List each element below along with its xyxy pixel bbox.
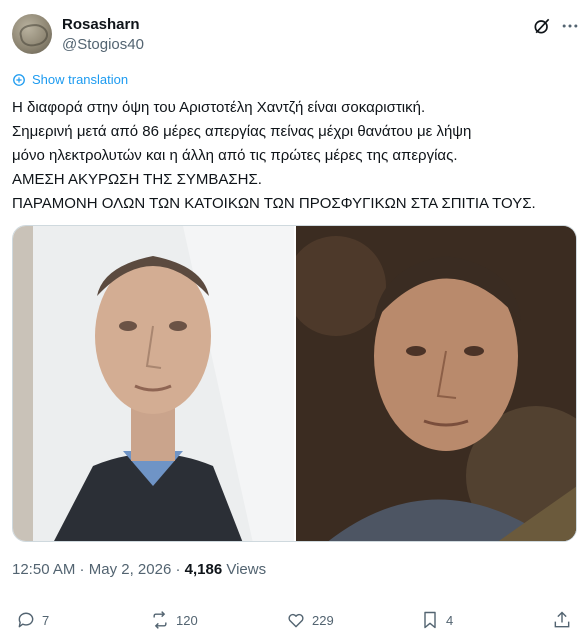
views-count: 4,186 <box>184 561 223 578</box>
tweet-date[interactable]: May 2, 2026 <box>89 561 172 578</box>
bookmark-button[interactable]: 4 <box>420 610 453 630</box>
translate-icon <box>13 73 25 86</box>
share-icon <box>554 611 570 628</box>
show-translation-link[interactable]: Show translation <box>12 72 128 87</box>
author-handle[interactable]: @Stogios40 <box>62 36 144 53</box>
tweet-line: ΑΜΕΣΗ ΑΚΥΡΩΣΗ ΤΗΣ ΣΥΜΒΑΣΗΣ. <box>12 171 262 188</box>
tweet-line: μόνο ηλεκτρολυτών και η άλλη από τις πρώ… <box>12 147 458 164</box>
reply-button[interactable]: 7 <box>16 610 49 630</box>
media-grid[interactable] <box>12 225 577 542</box>
tweet-text: Η διαφορά στην όψη του Αριστοτέλη Χαντζή… <box>12 96 582 216</box>
reply-icon <box>18 612 34 628</box>
grok-icon[interactable] <box>530 14 554 38</box>
repost-icon <box>153 611 167 629</box>
photo-right[interactable] <box>296 226 576 541</box>
author-name[interactable]: Rosasharn <box>62 16 140 33</box>
repost-button[interactable]: 120 <box>150 610 198 630</box>
action-bar: 7 120 229 4 <box>12 610 578 634</box>
tweet-line: Σημερινή μετά από 86 μέρες απεργίας πείν… <box>12 123 472 140</box>
meta-separator: · <box>75 561 89 578</box>
meta-separator: · <box>171 561 185 578</box>
portrait-left-illustration <box>13 226 294 541</box>
repost-count: 120 <box>176 612 198 628</box>
heart-icon <box>288 613 304 628</box>
portrait-right-illustration <box>296 226 576 541</box>
tweet-meta: 12:50 AM · May 2, 2026 · 4,186 Views <box>12 561 266 578</box>
more-icon[interactable] <box>558 14 582 38</box>
bookmark-count: 4 <box>446 612 454 628</box>
author-avatar[interactable] <box>12 14 52 54</box>
tweet-time[interactable]: 12:50 AM <box>12 561 75 578</box>
photo-left[interactable] <box>13 226 294 541</box>
show-translation-label: Show translation <box>32 72 129 87</box>
bookmark-icon <box>424 611 436 629</box>
reply-count: 7 <box>42 612 50 628</box>
tweet-line: ΠΑΡΑΜΟΝΗ ΟΛΩΝ ΤΩΝ ΚΑΤΟΙΚΩΝ ΤΩΝ ΠΡΟΣΦΥΓΙΚ… <box>12 195 536 212</box>
like-button[interactable]: 229 <box>286 610 334 630</box>
like-count: 229 <box>312 612 334 628</box>
tweet-line: Η διαφορά στην όψη του Αριστοτέλη Χαντζή… <box>12 99 426 116</box>
share-button[interactable] <box>552 610 572 630</box>
views-label: Views <box>222 561 267 578</box>
